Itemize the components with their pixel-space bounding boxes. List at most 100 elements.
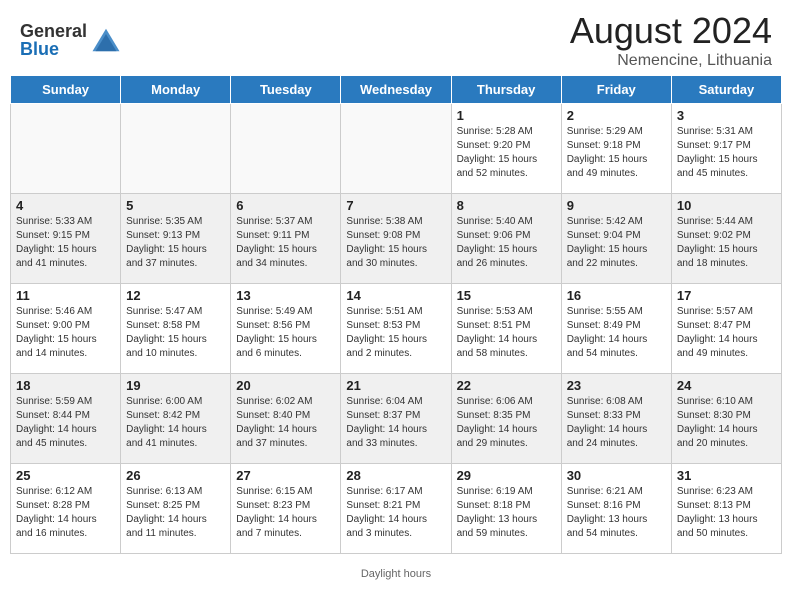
logo-blue: Blue (20, 40, 87, 58)
cell-info: Sunrise: 5:44 AMSunset: 9:02 PMDaylight:… (677, 215, 776, 271)
calendar-cell: 7 Sunrise: 5:38 AMSunset: 9:08 PMDaylight… (341, 194, 451, 284)
day-number: 4 (16, 198, 115, 213)
calendar-cell: 23Sunrise: 6:08 AMSunset: 8:33 PMDayligh… (561, 374, 671, 464)
day-header-thursday: Thursday (451, 76, 561, 104)
calendar-cell: 22 Sunrise: 6:06 AMSunset: 8:35 PMDayligh… (451, 374, 561, 464)
cell-info: Sunrise: 6:02 AMSunset: 8:40 PMDaylight:… (236, 395, 335, 451)
day-number: 6 (236, 198, 335, 213)
day-number: 15 (457, 288, 556, 303)
day-number: 10 (677, 198, 776, 213)
cell-info: Sunrise: 5:47 AMSunset: 8:58 PMDaylight:… (126, 305, 225, 361)
calendar-cell: 6Sunrise: 5:37 AMSunset: 9:11 PMDaylight… (231, 194, 341, 284)
calendar-cell: 19Sunrise: 6:00 AMSunset: 8:42 PMDayligh… (121, 374, 231, 464)
day-number: 25 (16, 468, 115, 483)
day-number: 8 (457, 198, 556, 213)
cell-info: Sunrise: 6:13 AMSunset: 8:25 PMDaylight:… (126, 485, 225, 541)
calendar-cell: 12 Sunrise: 5:47 AMSunset: 8:58 PMDayligh… (121, 284, 231, 374)
title-block: August 2024 Nemencine, Lithuania (570, 10, 772, 70)
calendar-cell: 31 Sunrise: 6:23 AMSunset: 8:13 PMDayligh… (671, 464, 781, 554)
calendar-cell: 16Sunrise: 5:55 AMSunset: 8:49 PMDayligh… (561, 284, 671, 374)
calendar-cell: 24 Sunrise: 6:10 AMSunset: 8:30 PMDayligh… (671, 374, 781, 464)
cell-info: Sunrise: 5:49 AMSunset: 8:56 PMDaylight:… (236, 305, 335, 361)
day-number: 29 (457, 468, 556, 483)
day-number: 7 (346, 198, 445, 213)
footer: Daylight hours (0, 564, 792, 584)
cell-info: Sunrise: 5:33 AMSunset: 9:15 PMDaylight:… (16, 215, 115, 271)
calendar-cell: 17 Sunrise: 5:57 AMSunset: 8:47 PMDayligh… (671, 284, 781, 374)
cell-info: Sunrise: 5:51 AMSunset: 8:53 PMDaylight:… (346, 305, 445, 361)
day-number: 18 (16, 378, 115, 393)
day-number: 16 (567, 288, 666, 303)
cell-info: Sunrise: 6:21 AMSunset: 8:16 PMDaylight:… (567, 485, 666, 541)
calendar-cell (231, 104, 341, 194)
calendar-table: SundayMondayTuesdayWednesdayThursdayFrid… (10, 75, 782, 554)
page-header: General Blue August 2024 Nemencine, Lith… (0, 0, 792, 75)
day-number: 27 (236, 468, 335, 483)
sub-title: Nemencine, Lithuania (570, 52, 772, 70)
cell-info: Sunrise: 6:06 AMSunset: 8:35 PMDaylight:… (457, 395, 556, 451)
day-number: 24 (677, 378, 776, 393)
calendar-cell: 26Sunrise: 6:13 AMSunset: 8:25 PMDayligh… (121, 464, 231, 554)
calendar-cell: 25 Sunrise: 6:12 AMSunset: 8:28 PMDayligh… (11, 464, 121, 554)
day-header-tuesday: Tuesday (231, 76, 341, 104)
main-title: August 2024 (570, 10, 772, 52)
calendar-cell: 2 Sunrise: 5:29 AMSunset: 9:18 PMDaylight… (561, 104, 671, 194)
day-number: 21 (346, 378, 445, 393)
calendar-cell (121, 104, 231, 194)
day-number: 28 (346, 468, 445, 483)
day-number: 2 (567, 108, 666, 123)
cell-info: Sunrise: 6:12 AMSunset: 8:28 PMDaylight:… (16, 485, 115, 541)
calendar-week-row: 11Sunrise: 5:46 AMSunset: 9:00 PMDayligh… (11, 284, 782, 374)
calendar-cell: 1Sunrise: 5:28 AMSunset: 9:20 PMDaylight… (451, 104, 561, 194)
calendar-week-row: 18 Sunrise: 5:59 AMSunset: 8:44 PMDayligh… (11, 374, 782, 464)
cell-info: Sunrise: 6:15 AMSunset: 8:23 PMDaylight:… (236, 485, 335, 541)
calendar-cell: 15 Sunrise: 5:53 AMSunset: 8:51 PMDayligh… (451, 284, 561, 374)
day-number: 3 (677, 108, 776, 123)
cell-info: Sunrise: 5:38 AMSunset: 9:08 PMDaylight:… (346, 215, 445, 271)
day-header-monday: Monday (121, 76, 231, 104)
day-number: 1 (457, 108, 556, 123)
cell-info: Sunrise: 5:53 AMSunset: 8:51 PMDaylight:… (457, 305, 556, 361)
day-number: 22 (457, 378, 556, 393)
day-header-saturday: Saturday (671, 76, 781, 104)
day-header-sunday: Sunday (11, 76, 121, 104)
day-number: 5 (126, 198, 225, 213)
cell-info: Sunrise: 5:40 AMSunset: 9:06 PMDaylight:… (457, 215, 556, 271)
calendar-cell: 21 Sunrise: 6:04 AMSunset: 8:37 PMDayligh… (341, 374, 451, 464)
cell-info: Sunrise: 5:35 AMSunset: 9:13 PMDaylight:… (126, 215, 225, 271)
logo-general: General (20, 22, 87, 40)
calendar-cell: 8 Sunrise: 5:40 AMSunset: 9:06 PMDaylight… (451, 194, 561, 284)
calendar-week-row: 4 Sunrise: 5:33 AMSunset: 9:15 PMDaylight… (11, 194, 782, 284)
day-header-wednesday: Wednesday (341, 76, 451, 104)
cell-info: Sunrise: 5:42 AMSunset: 9:04 PMDaylight:… (567, 215, 666, 271)
day-number: 13 (236, 288, 335, 303)
calendar-cell: 14 Sunrise: 5:51 AMSunset: 8:53 PMDayligh… (341, 284, 451, 374)
calendar-cell: 20 Sunrise: 6:02 AMSunset: 8:40 PMDayligh… (231, 374, 341, 464)
day-number: 14 (346, 288, 445, 303)
calendar-week-row: 25 Sunrise: 6:12 AMSunset: 8:28 PMDayligh… (11, 464, 782, 554)
cell-info: Sunrise: 6:17 AMSunset: 8:21 PMDaylight:… (346, 485, 445, 541)
calendar-cell: 5 Sunrise: 5:35 AMSunset: 9:13 PMDaylight… (121, 194, 231, 284)
cell-info: Sunrise: 6:08 AMSunset: 8:33 PMDaylight:… (567, 395, 666, 451)
day-number: 30 (567, 468, 666, 483)
calendar-cell: 13 Sunrise: 5:49 AMSunset: 8:56 PMDayligh… (231, 284, 341, 374)
calendar-cell: 11Sunrise: 5:46 AMSunset: 9:00 PMDayligh… (11, 284, 121, 374)
cell-info: Sunrise: 5:29 AMSunset: 9:18 PMDaylight:… (567, 125, 666, 181)
cell-info: Sunrise: 5:57 AMSunset: 8:47 PMDaylight:… (677, 305, 776, 361)
day-number: 17 (677, 288, 776, 303)
day-number: 12 (126, 288, 225, 303)
cell-info: Sunrise: 5:59 AMSunset: 8:44 PMDaylight:… (16, 395, 115, 451)
calendar-header-row: SundayMondayTuesdayWednesdayThursdayFrid… (11, 76, 782, 104)
cell-info: Sunrise: 6:00 AMSunset: 8:42 PMDaylight:… (126, 395, 225, 451)
day-number: 31 (677, 468, 776, 483)
day-number: 11 (16, 288, 115, 303)
calendar-cell (11, 104, 121, 194)
cell-info: Sunrise: 6:19 AMSunset: 8:18 PMDaylight:… (457, 485, 556, 541)
logo: General Blue (20, 22, 121, 58)
calendar-cell: 10 Sunrise: 5:44 AMSunset: 9:02 PMDayligh… (671, 194, 781, 284)
cell-info: Sunrise: 6:04 AMSunset: 8:37 PMDaylight:… (346, 395, 445, 451)
cell-info: Sunrise: 6:10 AMSunset: 8:30 PMDaylight:… (677, 395, 776, 451)
cell-info: Sunrise: 5:31 AMSunset: 9:17 PMDaylight:… (677, 125, 776, 181)
cell-info: Sunrise: 6:23 AMSunset: 8:13 PMDaylight:… (677, 485, 776, 541)
day-number: 20 (236, 378, 335, 393)
